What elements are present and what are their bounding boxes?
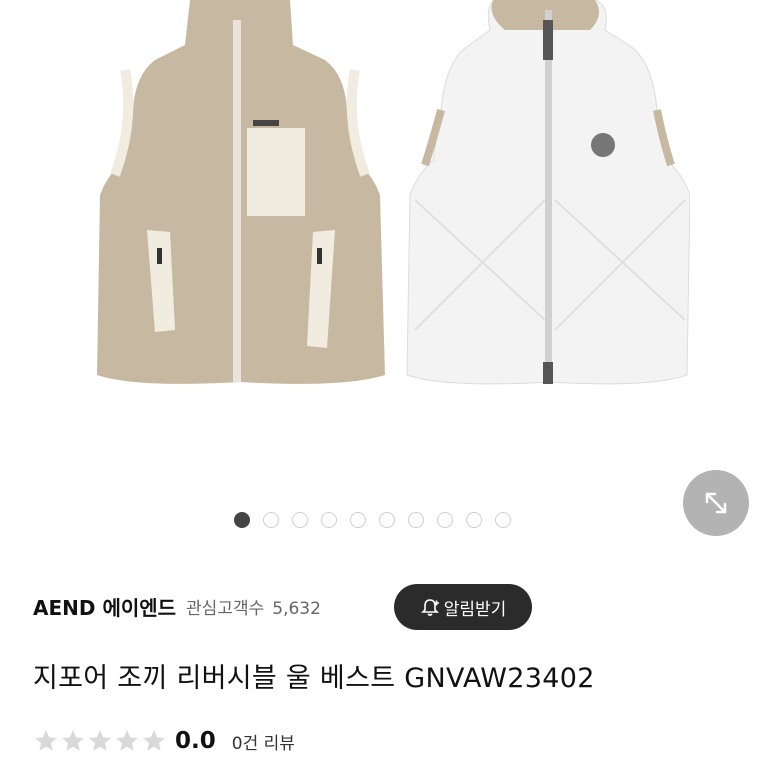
rating-stars bbox=[33, 728, 167, 754]
expand-arrows-icon bbox=[705, 492, 727, 514]
star-icon bbox=[116, 730, 138, 751]
gallery-dot[interactable] bbox=[437, 512, 453, 528]
gallery-pagination bbox=[234, 510, 511, 530]
star-icon bbox=[143, 730, 165, 751]
followers-label: 관심고객수 bbox=[186, 598, 265, 619]
expand-image-button[interactable] bbox=[683, 470, 749, 536]
product-image-gallery[interactable] bbox=[0, 0, 769, 536]
star-icon bbox=[62, 730, 84, 751]
review-count-link[interactable]: 0건 리뷰 bbox=[232, 729, 295, 754]
gallery-dot[interactable] bbox=[379, 512, 395, 528]
product-image-fleece-vest bbox=[97, 0, 385, 384]
followers-count: 5,632 bbox=[272, 598, 321, 619]
rating-row: 0.0 0건 리뷰 bbox=[33, 724, 295, 758]
brand-name[interactable]: AEND 에이엔드 bbox=[33, 592, 176, 621]
gallery-dot[interactable] bbox=[292, 512, 308, 528]
followers-info: 관심고객수 5,632 bbox=[186, 594, 321, 619]
rating-score: 0.0 bbox=[175, 728, 216, 754]
product-image-quilted-vest bbox=[406, 0, 690, 385]
star-icon bbox=[35, 730, 57, 751]
gallery-dot[interactable] bbox=[466, 512, 482, 528]
notify-button[interactable]: 알림받기 bbox=[394, 584, 532, 630]
star-icon bbox=[89, 730, 111, 751]
gallery-dot[interactable] bbox=[350, 512, 366, 528]
product-title: 지포어 조끼 리버시블 울 베스트 GNVAW23402 bbox=[33, 663, 595, 694]
bell-plus-icon bbox=[420, 599, 439, 616]
gallery-dot[interactable] bbox=[408, 512, 424, 528]
gallery-dot[interactable] bbox=[495, 512, 511, 528]
gallery-dot[interactable] bbox=[234, 512, 250, 528]
notify-button-label: 알림받기 bbox=[443, 599, 507, 620]
brand-row: AEND 에이엔드 관심고객수 5,632 bbox=[33, 587, 321, 625]
gallery-dot[interactable] bbox=[263, 512, 279, 528]
gallery-dot[interactable] bbox=[321, 512, 337, 528]
